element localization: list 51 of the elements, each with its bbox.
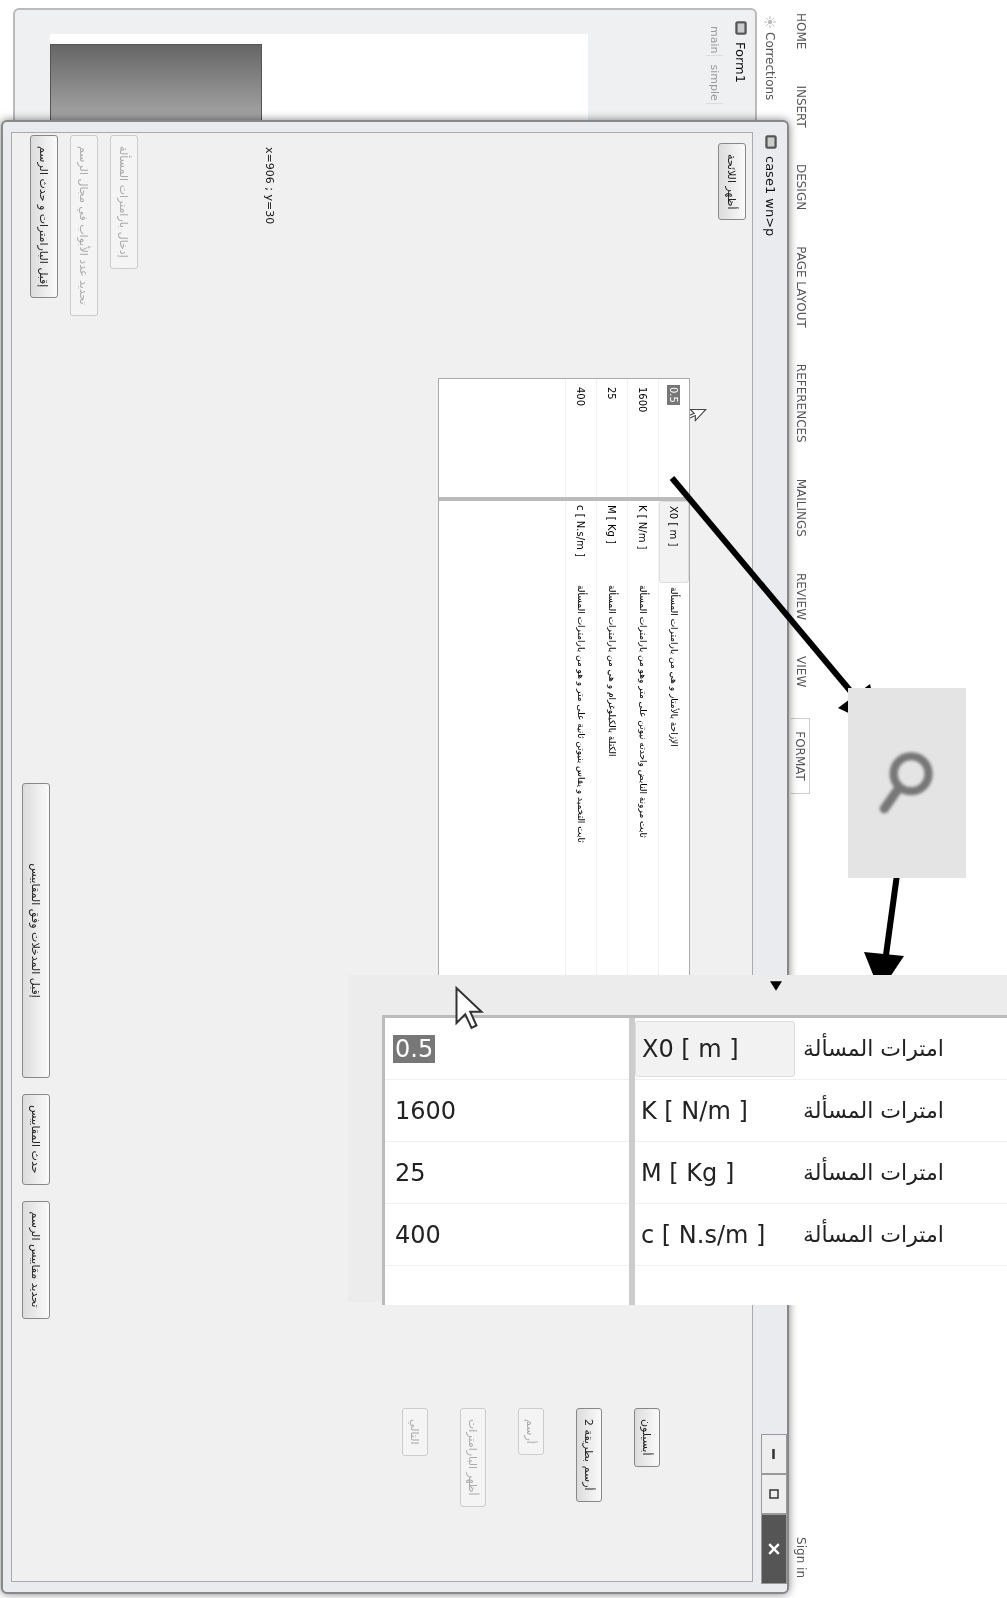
table-cell-text: M [ Kg ] xyxy=(605,504,619,546)
table-cell-text: K [ N/m ] xyxy=(636,504,650,552)
table-cell[interactable]: 0.5 xyxy=(393,1034,436,1063)
window-title: Form1 xyxy=(733,42,749,84)
window-title: case1 wn>p xyxy=(763,156,779,237)
table-cell[interactable]: 1600 xyxy=(636,385,650,415)
table-cell: X0 [ m ] xyxy=(635,1020,795,1077)
table-cell[interactable]: 25 xyxy=(393,1158,428,1187)
app-icon xyxy=(763,134,779,150)
ribbon-tab[interactable]: MAILINGS xyxy=(792,473,810,542)
table-cell-text: ثابت التخميد و يقاس بنيوتن ثانية على متر و هو من بارامترات المسألة xyxy=(576,584,586,845)
action-button[interactable]: إقبل البارامترات و حدث الرسم xyxy=(30,135,58,299)
table-cell-text: c [ N.s/m ] xyxy=(574,504,588,559)
table-cell-text: الكتلة بالكيلوغرام و هي من بارامترات المسألة xyxy=(607,584,617,759)
minimize-icon xyxy=(772,1449,776,1459)
ribbon-label[interactable]: Corrections xyxy=(763,32,777,101)
action-button[interactable]: إقبل المدخلات وفق المقاييس xyxy=(22,783,50,1078)
table-cell-text: K [ N/m ] xyxy=(640,1095,749,1127)
ribbon-tab[interactable]: PAGE LAYOUT xyxy=(792,241,810,333)
ribbon-tab[interactable]: REFERENCES xyxy=(792,358,810,448)
action-button[interactable]: أرسم بطريقة 2 xyxy=(576,1408,602,1502)
maximize-icon xyxy=(769,1489,779,1499)
action-button[interactable]: تحديد مقاييس الرسم xyxy=(22,1200,50,1319)
action-button[interactable]: حدث المقاييس xyxy=(22,1094,50,1185)
table-cell-text: M [ Kg ] xyxy=(640,1157,736,1189)
table-cell[interactable]: 1600 xyxy=(393,1096,459,1125)
ribbon-tab[interactable]: FORMAT xyxy=(791,718,811,794)
coordinates-label: x=906 ; y=30 xyxy=(263,147,276,225)
action-button[interactable]: أبسيلون xyxy=(634,1408,660,1467)
ribbon-tab[interactable]: HOME xyxy=(792,8,810,55)
table-cell[interactable]: 0.5 xyxy=(667,385,681,405)
ribbon-tab[interactable]: INSERT xyxy=(792,80,810,133)
app-icon xyxy=(733,20,749,36)
minimize-button[interactable] xyxy=(761,1434,787,1474)
table-cell: X0 [ m ] xyxy=(659,501,689,583)
table-cell-text: c [ N.s/m ] xyxy=(640,1219,767,1251)
close-icon xyxy=(768,1543,780,1555)
table-cell[interactable]: 25 xyxy=(605,385,619,402)
sun-icon xyxy=(764,16,776,28)
table-cell-text: ثابت مرونة النابض واحدته نيوتن على متر وهو من بارامترات المسألة xyxy=(638,584,648,840)
maximize-button[interactable] xyxy=(761,1474,787,1514)
table-cell[interactable]: 400 xyxy=(393,1220,443,1249)
ribbon-tab[interactable]: REVIEW xyxy=(792,567,810,626)
triangle-icon xyxy=(770,981,782,991)
sign-in-link[interactable]: Sign in xyxy=(794,1537,808,1578)
ribbon-tab[interactable]: VIEW xyxy=(792,651,810,693)
table-cell[interactable]: 400 xyxy=(574,385,588,409)
close-button[interactable] xyxy=(761,1514,787,1584)
show-list-button[interactable]: أظهر اللائحة xyxy=(718,143,746,221)
ribbon-tab[interactable]: DESIGN xyxy=(792,158,810,216)
table-cell-text: الإزاحة بالأمتار و هي من بارامترات المسألة xyxy=(669,586,679,749)
